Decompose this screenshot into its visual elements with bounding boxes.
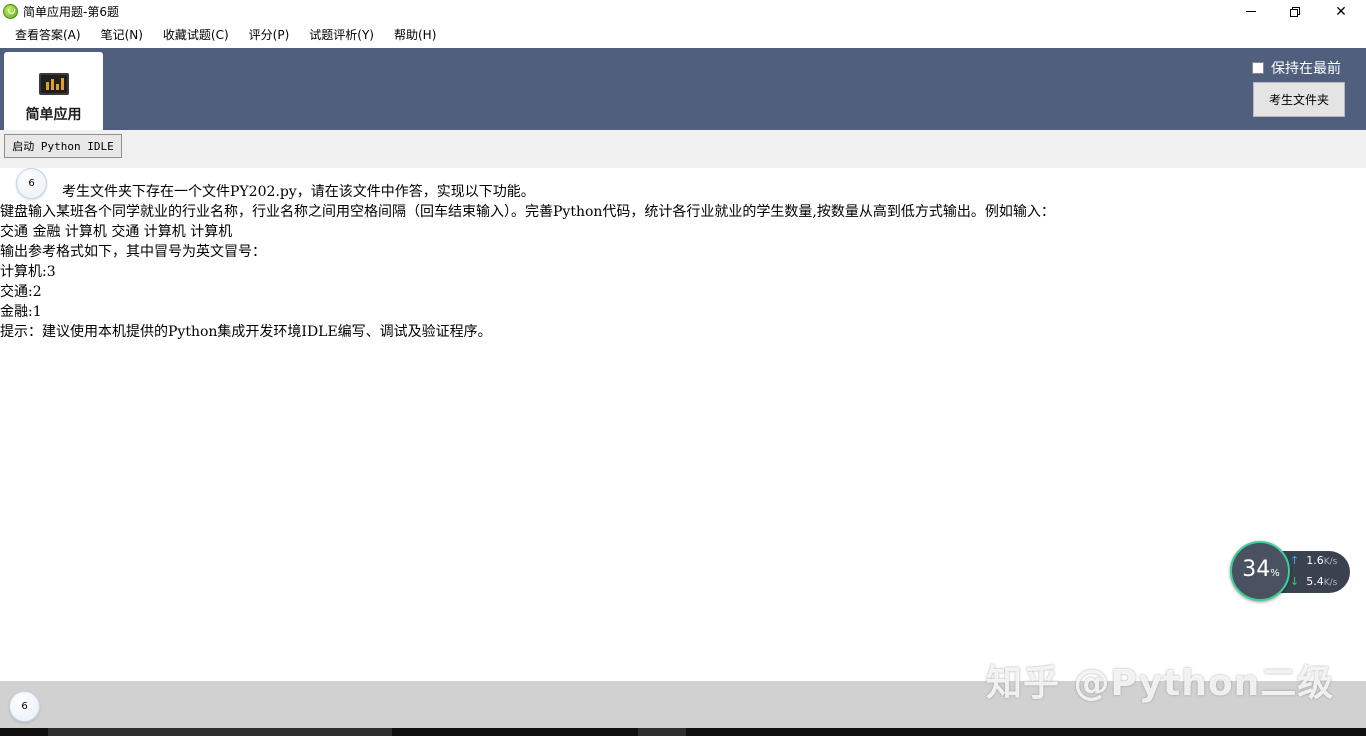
title-bar: 简单应用题-第6题 ✕ [0, 0, 1366, 23]
question-line-3: 交通 金融 计算机 交通 计算机 计算机 [0, 224, 233, 240]
module-label: 简单应用 [25, 107, 82, 123]
question-nav-item[interactable]: 6 [9, 691, 40, 722]
question-line-1: 考生文件夹下存在一个文件PY202.py，请在该文件中作答，实现以下功能。 [62, 184, 535, 200]
minimize-button[interactable] [1228, 0, 1274, 23]
menu-analysis[interactable]: 试题评析(Y) [299, 23, 384, 48]
gauge-percent-unit: % [1270, 568, 1280, 579]
menu-help[interactable]: 帮助(H) [384, 23, 446, 48]
toolbar: 启动 Python IDLE [0, 130, 1366, 168]
upload-speed: ↑ 1.6K/s [1290, 554, 1337, 567]
keep-on-top-label: 保持在最前 [1271, 61, 1341, 77]
download-unit: K/s [1323, 578, 1338, 588]
restore-button[interactable] [1272, 0, 1318, 23]
question-line-6: 交通:2 [0, 284, 42, 300]
chart-monitor-icon [39, 73, 69, 95]
download-value: 5.4 [1306, 575, 1324, 588]
question-line-4: 输出参考格式如下，其中冒号为英文冒号： [0, 244, 266, 260]
question-line-7: 金融:1 [0, 304, 42, 320]
keep-on-top-checkbox[interactable] [1252, 62, 1264, 74]
question-line-5: 计算机:3 [0, 264, 56, 280]
question-line-8: 提示：建议使用本机提供的Python集成开发环境IDLE编写、调试及验证程序。 [0, 324, 492, 340]
app-logo-icon [3, 4, 18, 19]
menu-view-answer[interactable]: 查看答案(A) [5, 23, 91, 48]
network-monitor-widget[interactable]: 34% ↑ 1.6K/s ↓ 5.4K/s [1230, 541, 1350, 601]
download-arrow-icon: ↓ [1290, 575, 1300, 588]
close-icon: ✕ [1335, 3, 1347, 20]
question-number-badge: 6 [16, 168, 47, 199]
menu-grade[interactable]: 评分(P) [239, 23, 300, 48]
menu-notes[interactable]: 笔记(N) [91, 23, 153, 48]
upload-unit: K/s [1323, 557, 1338, 567]
launch-idle-button[interactable]: 启动 Python IDLE [4, 134, 122, 158]
upload-arrow-icon: ↑ [1290, 554, 1300, 567]
window-title: 简单应用题-第6题 [23, 5, 119, 19]
gauge-percent: 34 [1242, 557, 1271, 582]
header-band: 简单应用 保持在最前 考生文件夹 [0, 48, 1366, 130]
menu-bar: 查看答案(A) 笔记(N) 收藏试题(C) 评分(P) 试题评析(Y) 帮助(H… [0, 23, 1366, 48]
upload-value: 1.6 [1306, 554, 1324, 567]
question-panel: 6 考生文件夹下存在一个文件PY202.py，请在该文件中作答，实现以下功能。 … [0, 168, 1366, 681]
exam-folder-button[interactable]: 考生文件夹 [1253, 82, 1345, 117]
tab-simple-application[interactable]: 简单应用 [4, 52, 103, 130]
watermark: 知乎 @Python二级 [986, 663, 1335, 704]
menu-favorite[interactable]: 收藏试题(C) [153, 23, 239, 48]
keep-on-top-toggle[interactable]: 保持在最前 [1252, 58, 1341, 78]
cpu-gauge: 34% [1230, 541, 1290, 601]
taskbar [0, 728, 1366, 736]
download-speed: ↓ 5.4K/s [1290, 575, 1337, 588]
restore-icon [1290, 6, 1300, 17]
close-button[interactable]: ✕ [1318, 0, 1364, 23]
minimize-icon [1246, 11, 1256, 12]
question-line-2: 键盘输入某班各个同学就业的行业名称，行业名称之间用空格间隔（回车结束输入）。完善… [0, 204, 1055, 220]
